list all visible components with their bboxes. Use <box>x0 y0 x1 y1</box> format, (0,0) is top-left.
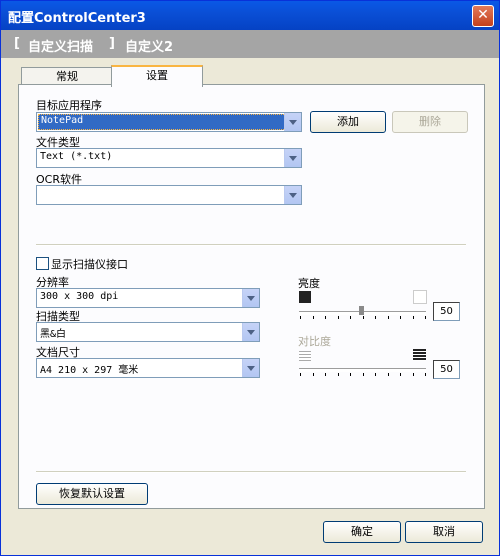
slider-tick <box>375 373 376 376</box>
slider-tick <box>412 316 414 319</box>
header-bracket-close: ] <box>109 36 115 51</box>
window-title: 配置ControlCenter3 <box>8 11 146 26</box>
tab-general[interactable]: 常规 <box>21 67 113 85</box>
slider-tick <box>325 316 326 319</box>
slider-tick <box>412 373 414 376</box>
slider-tick <box>300 316 301 319</box>
title-bar: 配置ControlCenter3 ✕ <box>1 1 499 30</box>
divider <box>36 244 466 246</box>
target-app-select[interactable]: NotePad <box>36 112 302 132</box>
slider-tick <box>400 373 401 376</box>
slider-tick <box>350 373 351 376</box>
slider-tick <box>425 316 426 319</box>
contrast-value[interactable]: 50 <box>433 360 460 379</box>
slider-tick <box>337 316 339 319</box>
slider-tick <box>325 373 326 376</box>
restore-defaults-button[interactable]: 恢复默认设置 <box>36 483 148 505</box>
file-type-value: Text (*.txt) <box>40 151 113 162</box>
scanner-interface-checkbox[interactable] <box>36 257 49 270</box>
cancel-button[interactable]: 取消 <box>405 521 483 543</box>
ocr-select[interactable] <box>36 185 302 205</box>
scanner-interface-label: 显示扫描仪接口 <box>51 258 128 271</box>
contrast-label: 对比度 <box>298 335 331 348</box>
slider-tick <box>350 316 351 319</box>
header-section: 自定义扫描 <box>28 40 94 55</box>
doc-size-value: A4 210 x 297 毫米 <box>40 365 139 376</box>
slider-tick <box>362 373 364 376</box>
resolution-select[interactable]: 300 x 300 dpi <box>36 288 260 308</box>
slider-tick <box>312 373 314 376</box>
slider-tick <box>312 316 314 319</box>
high-contrast-icon <box>413 349 426 361</box>
slider-tick <box>337 373 339 376</box>
add-button[interactable]: 添加 <box>310 111 386 133</box>
chevron-down-icon[interactable] <box>284 113 301 131</box>
header-name: 自定义2 <box>125 40 174 55</box>
slider-tick <box>387 373 389 376</box>
dark-swatch-icon <box>299 291 311 303</box>
close-button[interactable]: ✕ <box>472 5 494 27</box>
low-contrast-icon <box>299 351 311 361</box>
ok-button[interactable]: 确定 <box>323 521 401 543</box>
contrast-slider[interactable] <box>299 368 426 372</box>
chevron-down-icon[interactable] <box>242 359 259 377</box>
target-app-value: NotePad <box>38 114 300 130</box>
chevron-down-icon[interactable] <box>284 186 301 204</box>
scan-type-value: 黑&白 <box>40 329 67 340</box>
divider <box>36 471 466 473</box>
brightness-value[interactable]: 50 <box>433 302 460 321</box>
slider-tick <box>300 373 301 376</box>
chevron-down-icon[interactable] <box>284 149 301 167</box>
doc-size-select[interactable]: A4 210 x 297 毫米 <box>36 358 260 378</box>
window: 配置ControlCenter3 ✕ [ 自定义扫描 ] 自定义2 常规 设置 … <box>0 0 500 556</box>
chevron-down-icon[interactable] <box>242 289 259 307</box>
target-app-label: 目标应用程序 <box>36 99 102 112</box>
slider-tick <box>400 316 401 319</box>
brightness-label: 亮度 <box>298 277 320 290</box>
resolution-value: 300 x 300 dpi <box>40 291 119 302</box>
light-swatch-icon <box>413 290 427 304</box>
tab-settings[interactable]: 设置 <box>111 65 203 87</box>
slider-tick <box>425 373 426 376</box>
header-bracket-open: [ <box>14 36 20 51</box>
delete-button[interactable]: 删除 <box>392 111 468 133</box>
chevron-down-icon[interactable] <box>242 323 259 341</box>
close-icon: ✕ <box>477 7 489 23</box>
brightness-slider-thumb[interactable] <box>359 306 364 315</box>
slider-tick <box>387 316 389 319</box>
header-bar: [ 自定义扫描 ] 自定义2 <box>1 30 499 58</box>
file-type-select[interactable]: Text (*.txt) <box>36 148 302 168</box>
slider-tick <box>362 316 364 319</box>
slider-tick <box>375 316 376 319</box>
scan-type-select[interactable]: 黑&白 <box>36 322 260 342</box>
settings-panel: 目标应用程序 NotePad 添加 删除 文件类型 Text (*.txt) O… <box>18 84 485 509</box>
